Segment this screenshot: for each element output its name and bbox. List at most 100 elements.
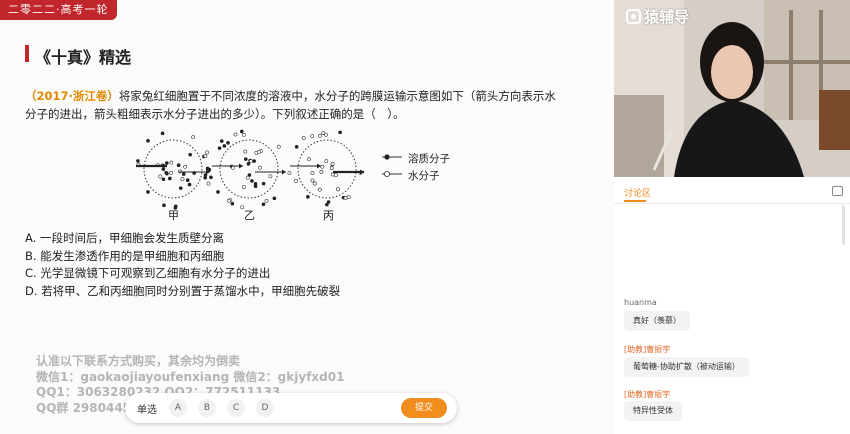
solute-molecule (164, 170, 169, 175)
water-molecule (241, 185, 246, 190)
chat-message-user: [助教]曹振宇 (624, 345, 671, 354)
solute-molecule (226, 141, 230, 145)
water-molecule (180, 177, 185, 181)
solute-molecule (252, 159, 256, 163)
watermark-line: 微信1：gaokaojiayoufenxiang 微信2：gkjyfxd01 (36, 369, 345, 384)
watermark-line: 认准以下联系方式购买，其余均为倒卖 (36, 354, 241, 368)
water-molecule (319, 170, 324, 174)
water-molecule (158, 174, 163, 179)
chat-message-bubble: 真好（羡慕） (624, 311, 690, 331)
cell-label-yi: 乙 (244, 209, 255, 222)
water-molecule (310, 178, 315, 183)
water-molecule (287, 171, 292, 176)
solute-molecule (136, 159, 140, 163)
water-molecule (245, 175, 250, 180)
solute-molecule (219, 139, 224, 143)
water-molecule (183, 164, 188, 169)
water-molecule (276, 144, 281, 149)
solute-molecule (164, 161, 169, 165)
solute-molecule (222, 144, 227, 148)
submit-button[interactable]: 提交 (401, 398, 447, 418)
slide-title: 《十真》精选 (35, 48, 132, 67)
solute-molecule (253, 184, 258, 189)
chat-message-user: huanma (624, 298, 657, 307)
chat-divider (614, 203, 850, 204)
options-list: A. 一段时间后，甲细胞会发生质壁分离 B. 能发生渗透作用的是甲细胞和丙细胞 … (25, 230, 340, 300)
answer-option-c-button[interactable]: C (227, 399, 245, 417)
option-a: A. 一段时间后，甲细胞会发生质壁分离 (25, 231, 224, 245)
solute-molecule (326, 200, 331, 204)
water-molecule (320, 164, 325, 169)
solute-molecule (162, 203, 166, 208)
water-molecule (294, 179, 298, 183)
legend-solute-dot (384, 154, 390, 160)
water-molecule (329, 166, 334, 171)
solute-molecule (168, 176, 172, 181)
option-b: B. 能发生渗透作用的是甲细胞和丙细胞 (25, 248, 225, 263)
solute-molecule (205, 166, 210, 171)
water-molecule (233, 132, 238, 137)
lecture-slide: 二零二二·高考一轮 《十真》精选 （2017·浙江卷）将家兔红细胞置于不同浓度的… (0, 0, 614, 434)
water-molecule (205, 150, 210, 155)
water-molecule (324, 159, 329, 164)
cell-membrane (143, 139, 203, 199)
solute-molecule (185, 178, 190, 182)
legend-water-dot (383, 171, 390, 178)
answer-option-d-button[interactable]: D (256, 399, 274, 417)
answer-option-b-button[interactable]: B (198, 399, 216, 417)
solute-molecule (230, 201, 235, 206)
solute-molecule (187, 182, 192, 187)
water-molecule (241, 133, 246, 137)
water-molecule (318, 133, 322, 138)
solute-molecule (176, 163, 181, 168)
question-type-label: 单选 (137, 405, 157, 416)
tab-discussion[interactable]: 讨论区 (624, 186, 651, 199)
solute-molecule (181, 172, 186, 176)
solute-molecule (178, 186, 183, 190)
chat-scrollbar[interactable] (842, 205, 845, 245)
option-d: D. 若将甲、乙和丙细胞同时分别置于蒸馏水中，甲细胞先破裂 (25, 283, 341, 298)
water-molecule (301, 136, 306, 141)
water-in-arrowhead (317, 163, 321, 169)
water-molecule (307, 157, 311, 162)
answer-bar: 单选 A B C D 提交 (125, 393, 457, 423)
water-molecule (264, 199, 269, 203)
water-molecule (249, 159, 253, 164)
cell-label-jia: 甲 (168, 209, 179, 222)
solute-molecule (261, 202, 266, 207)
water-in-arrowhead (239, 163, 243, 169)
water-molecule (333, 173, 338, 178)
chat-settings-icon[interactable] (832, 186, 843, 196)
question-text: （2017·浙江卷）将家兔红细胞置于不同浓度的溶液中，水分子的跨膜运输示意图如下… (25, 87, 565, 123)
solute-molecule (146, 139, 150, 143)
water-molecule (226, 198, 231, 203)
solute-molecule (216, 190, 220, 194)
solute-molecule (209, 175, 213, 180)
water-molecule (268, 174, 273, 179)
tab-active-indicator (624, 200, 646, 202)
water-molecule (336, 187, 340, 192)
answer-option-a-button[interactable]: A (169, 399, 187, 417)
chat-message-bubble: 葡萄糖-协助扩散（被动运输） (624, 357, 749, 377)
water-molecule (177, 169, 182, 174)
solute-molecule (306, 195, 310, 199)
water-molecule (330, 161, 335, 166)
legend-water-label: 水分子 (408, 170, 440, 182)
solute-molecule (294, 145, 299, 149)
water-molecule (243, 149, 248, 154)
chat-message-user: [助教]曹振宇 (624, 390, 671, 399)
solute-molecule (243, 157, 248, 161)
solute-molecule (239, 129, 244, 134)
water-molecule (346, 195, 351, 200)
solute-molecule (188, 152, 192, 157)
option-c: C. 光学显微镜下可观察到乙细胞有水分子的进出 (25, 266, 271, 280)
cell-membrane (219, 139, 279, 199)
water-molecule (343, 196, 348, 201)
teacher-video[interactable]: 猿辅导 (614, 0, 850, 177)
brand-name: 猿辅导 (644, 8, 690, 26)
water-molecule (191, 135, 195, 140)
water-molecule (206, 181, 211, 186)
water-molecule (257, 165, 262, 170)
solute-molecule (217, 146, 222, 150)
legend-solute-label: 溶质分子 (408, 153, 450, 165)
